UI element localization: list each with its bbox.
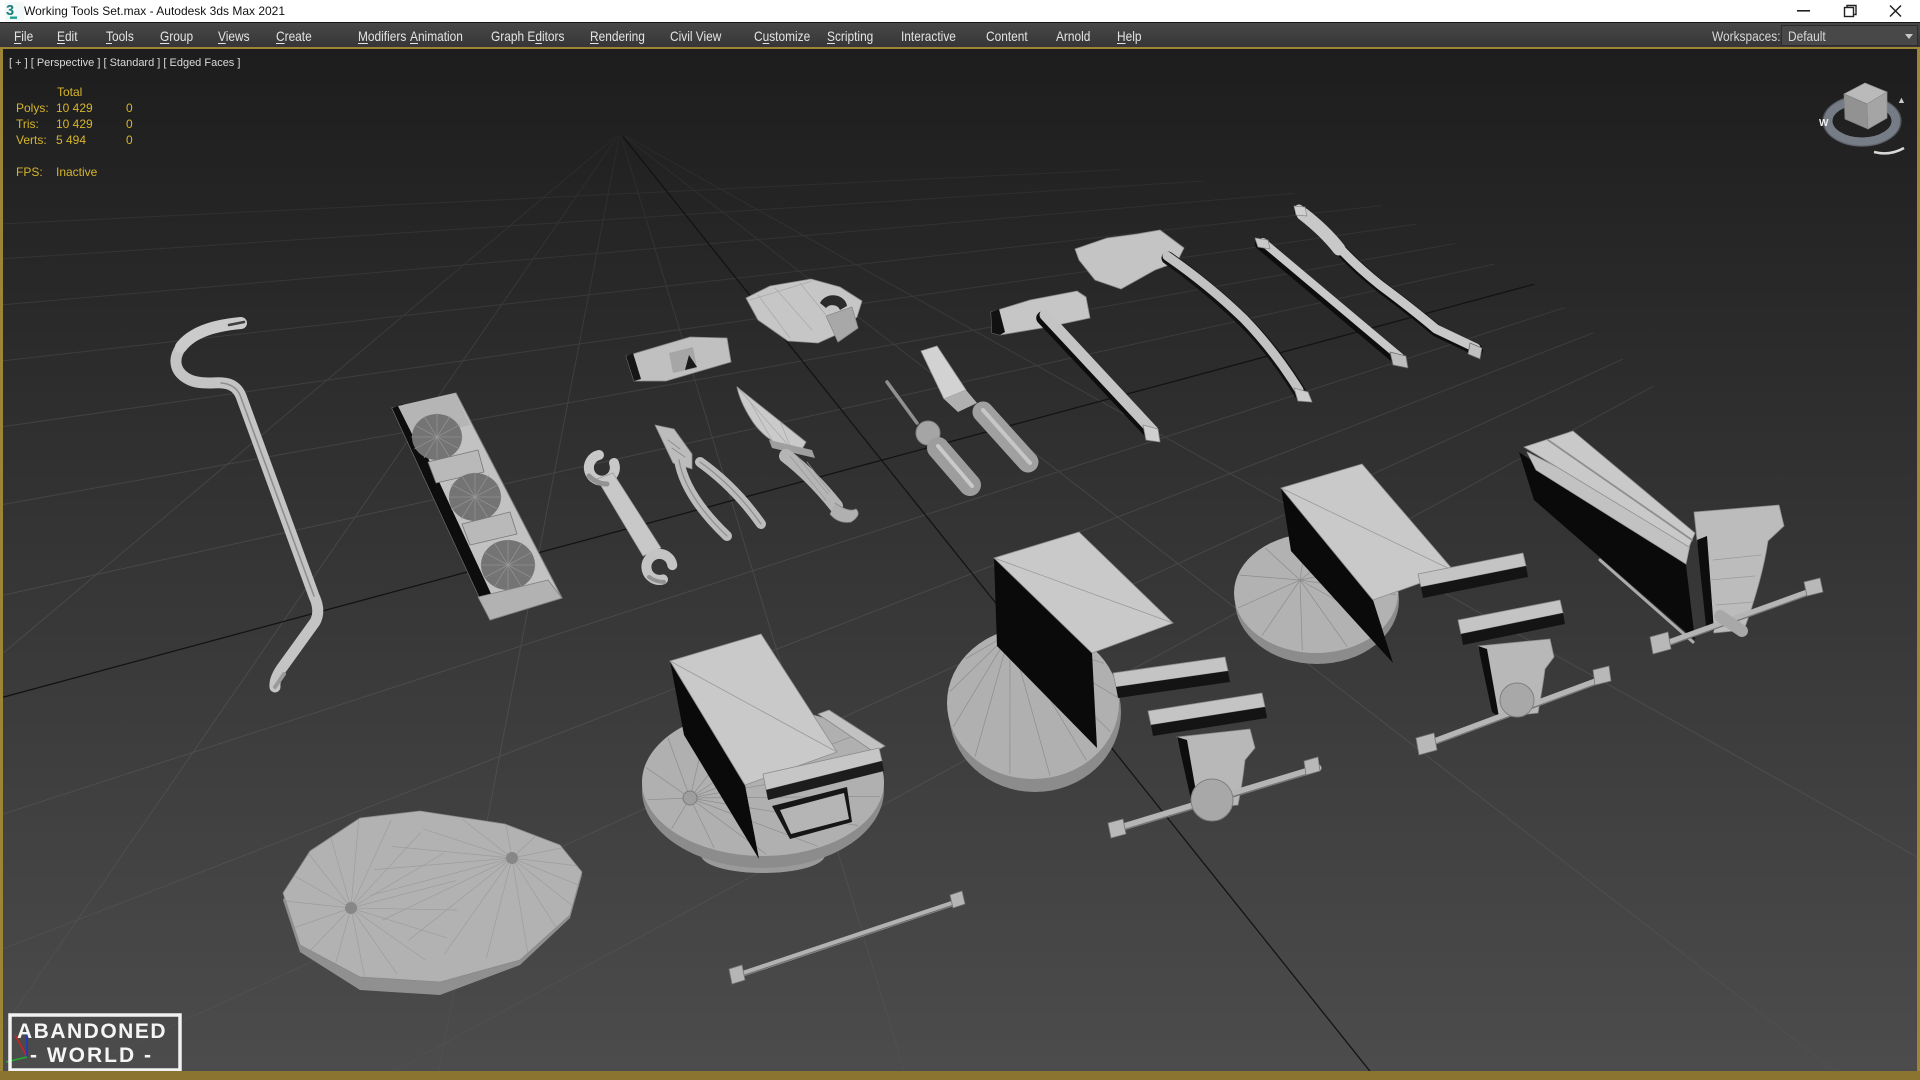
svg-text:Polys:: Polys:: [16, 101, 49, 115]
svg-text:- WORLD -: - WORLD -: [30, 1044, 153, 1067]
svg-text:Verts:: Verts:: [16, 133, 47, 147]
svg-text:FPS:: FPS:: [16, 165, 43, 179]
svg-text:5 494: 5 494: [56, 133, 86, 147]
svg-text:10 429: 10 429: [56, 101, 93, 115]
svg-text:0: 0: [126, 117, 133, 131]
svg-text:W: W: [1819, 118, 1829, 129]
svg-text:ABANDONED: ABANDONED: [17, 1020, 167, 1043]
svg-text:Total: Total: [57, 85, 82, 99]
svg-text:[ + ] [ Perspective ] [ Standa: [ + ] [ Perspective ] [ Standard ] [ Edg…: [9, 57, 240, 69]
svg-text:0: 0: [126, 133, 133, 147]
svg-text:0: 0: [126, 101, 133, 115]
svg-text:Tris:: Tris:: [16, 117, 39, 131]
svg-text:10 429: 10 429: [56, 117, 93, 131]
svg-text:▲: ▲: [1897, 95, 1906, 105]
svg-text:Inactive: Inactive: [56, 165, 98, 179]
